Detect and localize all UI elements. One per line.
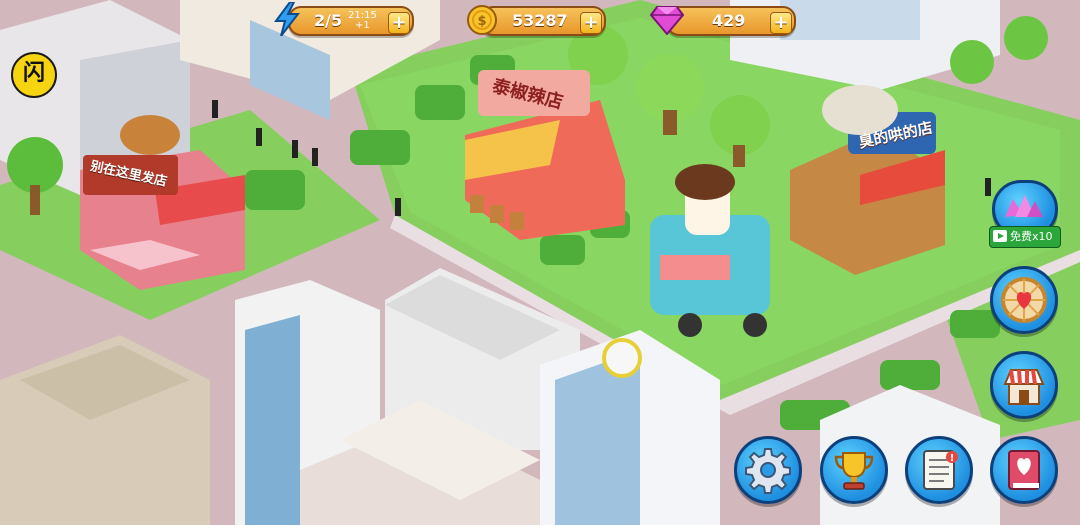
- energy-regen: +1: [355, 20, 370, 31]
- shop-icon: [1003, 369, 1045, 405]
- settings-button[interactable]: [734, 436, 802, 504]
- app-logo: 闪: [11, 52, 57, 98]
- add-energy-button[interactable]: +: [388, 12, 410, 34]
- trophy-icon: [834, 452, 874, 490]
- gem-pile-icon: [1005, 195, 1043, 217]
- gem-value: 429: [712, 11, 746, 30]
- add-gems-button[interactable]: +: [770, 12, 792, 34]
- gem-icon: [650, 6, 684, 35]
- energy-value: 2/5: [314, 11, 343, 30]
- video-play-icon: [993, 230, 1007, 242]
- coin-icon: $: [467, 5, 497, 35]
- checklist-icon: !: [923, 450, 958, 490]
- heart-book-icon: [1008, 450, 1040, 490]
- lightning-icon: [274, 2, 300, 36]
- gear-icon: [745, 448, 791, 494]
- svg-text:$: $: [477, 14, 486, 29]
- ad-reward-label: 免费x10: [1010, 230, 1053, 243]
- watch-ad-button[interactable]: 免费x10: [989, 226, 1061, 248]
- gem-counter: 429 +: [666, 6, 796, 36]
- tasks-button[interactable]: !: [905, 436, 973, 504]
- leaderboard-button[interactable]: [820, 436, 888, 504]
- coin-value: 53287: [512, 11, 568, 30]
- coin-counter: 53287 +: [480, 6, 606, 36]
- energy-timer: 21:15 +1: [348, 11, 377, 31]
- add-coins-button[interactable]: +: [580, 12, 602, 34]
- wheel-icon: [1001, 277, 1047, 323]
- lucky-wheel-button[interactable]: [990, 266, 1058, 334]
- recipe-book-button[interactable]: [990, 436, 1058, 504]
- svg-text:!: !: [950, 453, 955, 464]
- energy-counter: 2/5 21:15 +1 +: [288, 6, 414, 36]
- shop-button[interactable]: [990, 351, 1058, 419]
